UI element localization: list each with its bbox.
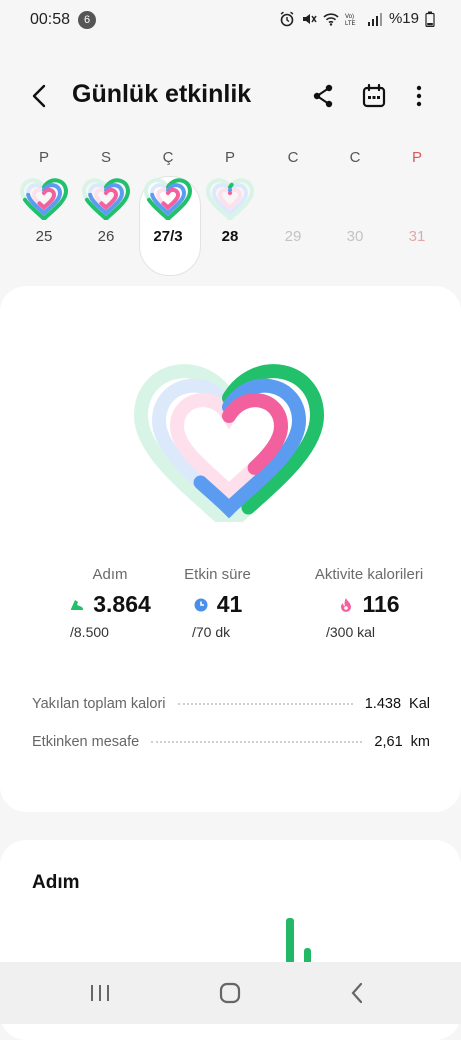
home-icon[interactable] xyxy=(216,979,244,1007)
active-time-value: 41 xyxy=(216,591,243,617)
day-number: 27/3 xyxy=(153,228,183,245)
day-number: 30 xyxy=(346,228,364,245)
day-letter: Ç xyxy=(162,149,174,166)
total-calories-unit: Kal xyxy=(409,696,430,712)
more-vertical-icon[interactable] xyxy=(405,82,433,110)
day-item: P 31 xyxy=(386,140,448,245)
total-calories-value: 1.438 xyxy=(364,696,402,712)
day-letter: C xyxy=(287,149,299,166)
day-letter: C xyxy=(349,149,361,166)
system-nav-bar xyxy=(0,962,461,1024)
clock-icon xyxy=(194,598,208,611)
day-item[interactable]: P 25 xyxy=(13,140,75,245)
steps-section-title: Adım xyxy=(32,872,80,893)
mute-icon xyxy=(302,13,317,24)
day-letter: S xyxy=(100,149,111,166)
week-day-selector: P 25 S 26 Ç 27/3 P 28 C 29 C 30 P 31 xyxy=(0,140,461,280)
active-distance-value: 2,61 xyxy=(374,734,403,750)
shoe-icon xyxy=(71,599,84,610)
steps-label: Adım xyxy=(92,566,128,583)
day-item: C 30 xyxy=(324,140,386,245)
total-calories-label: Yakılan toplam kalori xyxy=(32,696,166,712)
volte-icon: Vo)LTE xyxy=(345,14,356,27)
active-time-label: Etkin süre xyxy=(184,566,251,583)
day-letter: P xyxy=(411,149,422,166)
svg-text:LTE: LTE xyxy=(345,21,356,27)
activity-summary-card: Adım 3.864 /8.500 Etkin süre 41 /70 dk A… xyxy=(0,286,461,812)
active-distance-label: Etkinken mesafe xyxy=(32,734,140,750)
app-header: Günlük etkinlik xyxy=(0,72,461,120)
share-icon[interactable] xyxy=(309,82,337,110)
status-time: 00:58 xyxy=(30,11,71,28)
steps-goal: /8.500 xyxy=(70,624,109,640)
day-item[interactable]: P 28 xyxy=(199,140,261,245)
dotted-leader xyxy=(151,741,363,743)
calories-stat[interactable]: Aktivite kalorileri 116 /300 kal xyxy=(294,566,444,640)
calories-goal: /300 kal xyxy=(326,624,376,640)
day-item: C 29 xyxy=(262,140,324,245)
day-number: 29 xyxy=(284,228,302,245)
svg-text:Vo): Vo) xyxy=(345,14,354,20)
steps-value: 3.864 xyxy=(93,591,151,617)
day-number: 25 xyxy=(35,228,53,245)
active-distance-unit: km xyxy=(410,734,430,750)
total-calories-row: Yakılan toplam kalori 1.438 Kal xyxy=(32,693,430,715)
calories-value: 116 xyxy=(362,591,400,617)
status-icons: Vo) LTE %19 xyxy=(279,10,435,27)
calendar-icon[interactable] xyxy=(360,82,388,110)
recent-apps-icon[interactable] xyxy=(86,979,114,1007)
status-bar: 00:58 6 Vo) LTE %19 xyxy=(0,0,461,40)
day-number: 31 xyxy=(408,228,426,245)
battery-icon xyxy=(425,11,435,27)
day-heart-rings xyxy=(81,178,131,220)
calories-label: Aktivite kalorileri xyxy=(314,566,424,583)
activity-heart-rings xyxy=(134,364,324,522)
notification-badge: 6 xyxy=(78,11,96,29)
day-letter: P xyxy=(38,149,49,166)
day-number: 28 xyxy=(221,228,239,245)
active-time-goal: /70 dk xyxy=(192,624,231,640)
day-heart-rings xyxy=(143,178,193,220)
day-heart-rings xyxy=(19,178,69,220)
active-distance-row: Etkinken mesafe 2,61 km xyxy=(32,731,430,753)
dotted-leader xyxy=(177,703,353,705)
signal-icon xyxy=(367,12,382,26)
page-title: Günlük etkinlik xyxy=(72,80,252,108)
nav-back-icon[interactable] xyxy=(344,979,372,1007)
day-item[interactable]: S 26 xyxy=(75,140,137,245)
day-letter: P xyxy=(224,149,235,166)
alarm-icon xyxy=(280,11,294,26)
battery-text: %19 xyxy=(388,10,419,27)
steps-chart-bar xyxy=(286,918,294,968)
steps-stat[interactable]: Adım 3.864 /8.500 xyxy=(50,566,170,640)
day-item[interactable]: Ç 27/3 xyxy=(137,140,199,245)
day-number: 26 xyxy=(97,228,115,245)
flame-icon xyxy=(341,597,352,612)
day-heart-rings xyxy=(205,178,255,220)
active-time-stat[interactable]: Etkin süre 41 /70 dk xyxy=(170,566,265,640)
wifi-icon xyxy=(323,12,339,26)
back-arrow-icon[interactable] xyxy=(26,82,54,110)
